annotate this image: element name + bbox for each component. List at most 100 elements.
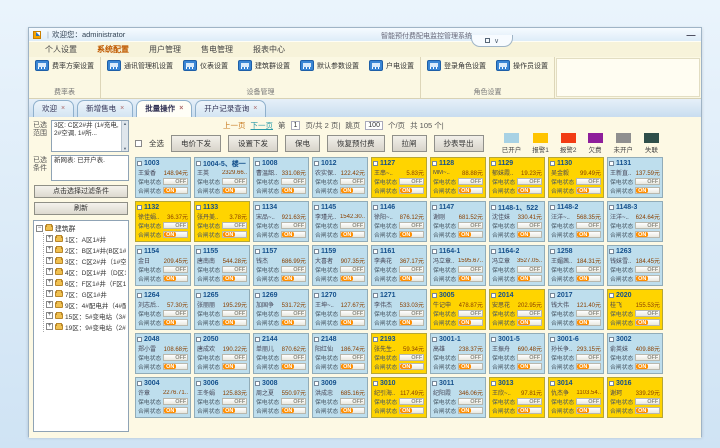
card-checkbox[interactable]	[491, 249, 496, 254]
protect-status-toggle[interactable]: OFF	[281, 266, 306, 273]
protect-status-toggle[interactable]: OFF	[163, 354, 188, 361]
card-checkbox[interactable]	[491, 293, 496, 298]
card-checkbox[interactable]	[137, 249, 142, 254]
card-checkbox[interactable]	[609, 293, 614, 298]
menu-tab-个人设置[interactable]: 个人设置	[45, 44, 77, 55]
protect-status-toggle[interactable]: OFF	[399, 266, 424, 273]
card-checkbox[interactable]	[432, 249, 437, 254]
protect-status-toggle[interactable]: OFF	[458, 266, 483, 273]
switch-status-toggle[interactable]: ON	[517, 187, 542, 194]
protect-status-toggle[interactable]: OFF	[576, 398, 601, 405]
card-checkbox[interactable]	[432, 293, 437, 298]
protect-status-toggle[interactable]: OFF	[458, 398, 483, 405]
card-checkbox[interactable]	[255, 337, 260, 342]
card-checkbox[interactable]	[255, 293, 260, 298]
protect-status-toggle[interactable]: OFF	[399, 178, 424, 185]
switch-status-toggle[interactable]: ON	[458, 275, 483, 282]
protect-status-toggle[interactable]: OFF	[517, 310, 542, 317]
action-button-拉闸[interactable]: 拉闸	[392, 135, 427, 152]
switch-status-toggle[interactable]: ON	[458, 363, 483, 370]
ribbon-button-仪表设置[interactable]: 仪表设置	[183, 60, 228, 71]
tree-node[interactable]: +1区：A区1#井	[46, 233, 126, 244]
protect-status-toggle[interactable]: OFF	[576, 222, 601, 229]
protect-status-toggle[interactable]: OFF	[517, 222, 542, 229]
protect-status-toggle[interactable]: OFF	[635, 178, 660, 185]
protect-status-toggle[interactable]: OFF	[281, 178, 306, 185]
switch-status-toggle[interactable]: ON	[635, 319, 660, 326]
expand-icon[interactable]: +	[46, 246, 53, 253]
protect-status-toggle[interactable]: OFF	[163, 222, 188, 229]
ribbon-button-建筑群设置[interactable]: 建筑群设置	[238, 60, 290, 71]
card-checkbox[interactable]	[314, 337, 319, 342]
expand-icon[interactable]: +	[46, 301, 53, 308]
card-checkbox[interactable]	[550, 205, 555, 210]
protect-status-toggle[interactable]: OFF	[517, 354, 542, 361]
switch-status-toggle[interactable]: ON	[222, 231, 247, 238]
card-checkbox[interactable]	[196, 293, 201, 298]
protect-status-toggle[interactable]: OFF	[163, 310, 188, 317]
card-checkbox[interactable]	[314, 293, 319, 298]
card-checkbox[interactable]	[137, 205, 142, 210]
expand-icon[interactable]: +	[46, 279, 53, 286]
switch-status-toggle[interactable]: ON	[576, 231, 601, 238]
protect-status-toggle[interactable]: OFF	[222, 178, 247, 185]
tree-node[interactable]: +4区：D区1#井（D区1...	[46, 266, 126, 277]
switch-status-toggle[interactable]: ON	[222, 319, 247, 326]
ribbon-button-登录角色设置[interactable]: 登录角色设置	[427, 60, 486, 71]
action-button-电价下发[interactable]: 电价下发	[171, 135, 221, 152]
protect-status-toggle[interactable]: OFF	[635, 398, 660, 405]
ribbon-button-默认参数设置[interactable]: 默认参数设置	[300, 60, 359, 71]
card-checkbox[interactable]	[491, 337, 496, 342]
switch-status-toggle[interactable]: ON	[163, 275, 188, 282]
card-checkbox[interactable]	[609, 205, 614, 210]
ribbon-button-户电设置[interactable]: 户电设置	[369, 60, 414, 71]
protect-status-toggle[interactable]: OFF	[576, 178, 601, 185]
switch-status-toggle[interactable]: ON	[576, 319, 601, 326]
switch-status-toggle[interactable]: ON	[517, 363, 542, 370]
card-checkbox[interactable]	[609, 337, 614, 342]
switch-status-toggle[interactable]: ON	[635, 407, 660, 414]
card-checkbox[interactable]	[550, 337, 555, 342]
expand-icon[interactable]: +	[46, 323, 53, 330]
switch-status-toggle[interactable]: ON	[635, 363, 660, 370]
switch-status-toggle[interactable]: ON	[281, 275, 306, 282]
next-page-link[interactable]: 下一页	[251, 120, 274, 131]
protect-status-toggle[interactable]: OFF	[340, 398, 365, 405]
switch-status-toggle[interactable]: ON	[163, 187, 188, 194]
card-checkbox[interactable]	[550, 293, 555, 298]
card-checkbox[interactable]	[255, 249, 260, 254]
switch-status-toggle[interactable]: ON	[281, 407, 306, 414]
card-checkbox[interactable]	[373, 337, 378, 342]
switch-status-toggle[interactable]: ON	[517, 231, 542, 238]
card-checkbox[interactable]	[609, 249, 614, 254]
protect-status-toggle[interactable]: OFF	[163, 398, 188, 405]
jump-page-label[interactable]: 跳页	[345, 120, 360, 131]
switch-status-toggle[interactable]: ON	[340, 319, 365, 326]
close-icon[interactable]: ×	[120, 105, 124, 112]
menu-tab-用户管理[interactable]: 用户管理	[149, 44, 181, 55]
switch-status-toggle[interactable]: ON	[399, 275, 424, 282]
refresh-button[interactable]: 刷新	[34, 202, 128, 215]
switch-status-toggle[interactable]: ON	[399, 363, 424, 370]
switch-status-toggle[interactable]: ON	[222, 363, 247, 370]
ribbon-button-操作员设置[interactable]: 操作员设置	[496, 60, 548, 71]
card-checkbox[interactable]	[550, 249, 555, 254]
switch-status-toggle[interactable]: ON	[340, 187, 365, 194]
switch-status-toggle[interactable]: ON	[576, 363, 601, 370]
action-button-保电[interactable]: 保电	[285, 135, 320, 152]
doc-tab-开户记录查询[interactable]: 开户记录查询×	[195, 100, 266, 117]
protect-status-toggle[interactable]: OFF	[281, 310, 306, 317]
protect-status-toggle[interactable]: OFF	[635, 222, 660, 229]
card-checkbox[interactable]	[137, 293, 142, 298]
switch-status-toggle[interactable]: ON	[340, 407, 365, 414]
switch-status-toggle[interactable]: ON	[163, 231, 188, 238]
scroll-up-icon[interactable]: ▲	[123, 121, 127, 126]
switch-status-toggle[interactable]: ON	[340, 275, 365, 282]
ribbon-button-通讯管理机设置[interactable]: 通讯管理机设置	[107, 60, 173, 71]
card-checkbox[interactable]	[373, 293, 378, 298]
protect-status-toggle[interactable]: OFF	[399, 310, 424, 317]
switch-status-toggle[interactable]: ON	[576, 275, 601, 282]
select-all-checkbox[interactable]	[135, 140, 142, 147]
switch-status-toggle[interactable]: ON	[281, 231, 306, 238]
action-button-抄表导出[interactable]: 抄表导出	[434, 135, 484, 152]
